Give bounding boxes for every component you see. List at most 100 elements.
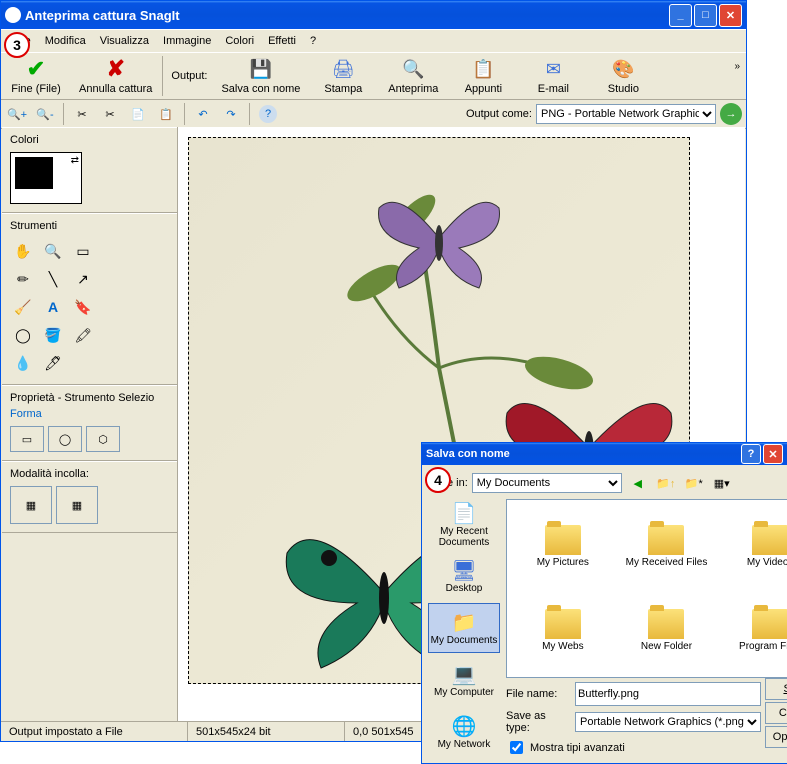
paste-mode-title: Modalità incolla: [6,466,173,482]
shape-rect[interactable]: ▭ [10,426,44,452]
savein-combo[interactable]: My Documents [472,473,622,493]
copy-button[interactable]: 📄 [126,102,150,126]
cancel-label: Annulla cattura [79,83,152,95]
close-button[interactable]: ✕ [719,4,742,27]
highlight-tool[interactable]: 🖍 [70,322,96,348]
copy-icon: 📄 [131,108,145,121]
advanced-checkbox[interactable] [510,741,523,754]
line-tool[interactable]: ╲ [40,266,66,292]
save-titlebar: Salva con nome ? ✕ [422,443,787,465]
undo-icon: ↶ [198,108,207,121]
zoom-out-button[interactable]: 🔍- [33,102,57,126]
folder-pictures[interactable]: My Pictures [513,506,613,587]
type-combo[interactable]: Portable Network Graphics (*.png) [575,712,761,732]
place-recent[interactable]: 📄My Recent Documents [428,499,500,549]
zoom-tool[interactable]: 🔍 [40,238,66,264]
place-mycomp[interactable]: 💻My Computer [428,655,500,705]
shape-ellipse[interactable]: ◯ [48,426,82,452]
paste-mode-2[interactable]: ▦ [56,486,98,524]
menu-colori[interactable]: Colori [219,33,260,49]
undo-button[interactable]: ↶ [191,102,215,126]
colors-title: Colori [6,132,173,148]
save-as-button[interactable]: 💾Salva con nome [213,55,308,97]
color-swatch[interactable]: ⇄ [10,152,82,204]
finish-label: Fine (File) [11,83,61,95]
help-button[interactable]: ? [256,102,280,126]
paste-button[interactable]: 📋 [154,102,178,126]
menu-modifica[interactable]: Modifica [39,33,92,49]
menu-visualizza[interactable]: Visualizza [94,33,155,49]
eyedropper-tool[interactable]: 💧 [10,350,36,376]
folder-icon [648,609,684,639]
maximize-button[interactable]: □ [694,4,717,27]
swap-icon[interactable]: ⇄ [71,155,79,166]
zoom-in-button[interactable]: 🔍+ [5,102,29,126]
go-button[interactable]: → [720,103,742,125]
back-button[interactable]: ◀ [626,471,650,495]
folder-videos[interactable]: My Videos [720,506,787,587]
overflow-icon[interactable]: » [734,61,740,72]
folder-new[interactable]: New Folder [617,591,717,672]
place-mydocs[interactable]: 📁My Documents [428,603,500,653]
cancel-capture-button[interactable]: ✘ Annulla cattura [71,55,160,97]
filename-label: File name: [506,688,571,700]
filename-input[interactable] [575,682,761,706]
properties-panel: Proprietà - Strumento Selezio Forma ▭ ◯ … [2,385,177,461]
cancel-button[interactable]: Cancel [765,702,787,724]
menu-help[interactable]: ? [304,33,322,49]
preview-button[interactable]: 🔍Anteprima [378,55,448,97]
views-button[interactable]: ▦▾ [710,471,734,495]
arrow-tool[interactable]: ↗ [70,266,96,292]
minimize-button[interactable]: _ [669,4,692,27]
crop-icon: ✂ [77,108,86,121]
folder-icon [648,525,684,555]
zoom-in-icon: 🔍+ [7,108,27,121]
shape-freehand[interactable]: ⬡ [86,426,120,452]
save-button[interactable]: Save [765,678,787,700]
save-close-button[interactable]: ✕ [763,444,783,464]
email-button[interactable]: ✉E-mail [518,55,588,97]
folder-icon [752,525,787,555]
text-tool[interactable]: A [40,294,66,320]
marker-tool[interactable]: 🖊 [40,350,66,376]
place-mynet[interactable]: 🌐My Network [428,707,500,757]
menu-effetti[interactable]: Effetti [262,33,302,49]
crop-button[interactable]: ✂ [70,102,94,126]
finish-button[interactable]: ✔ Fine (File) [1,55,71,97]
paste-mode-1[interactable]: ▦ [10,486,52,524]
studio-button[interactable]: 🎨Studio [588,55,658,97]
place-desktop[interactable]: 🖥Desktop [428,551,500,601]
redo-button[interactable]: ↷ [219,102,243,126]
clipboard-icon: 📋 [472,57,494,81]
folder-received[interactable]: My Received Files [617,506,717,587]
up-button[interactable]: 📁↑ [654,471,678,495]
folder-list[interactable]: My Pictures My Received Files My Videos … [506,499,787,678]
pencil-tool[interactable]: ✏ [10,266,36,292]
save-help-button[interactable]: ? [741,444,761,464]
print-button[interactable]: 🖨Stampa [308,55,378,97]
format-combo[interactable]: PNG - Portable Network Graphics [536,104,716,124]
printer-icon: 🖨 [332,57,355,81]
zoom-out-icon: 🔍- [36,108,53,121]
stamp-tool[interactable]: 🔖 [70,294,96,320]
mydocs-icon: 📁 [452,610,477,635]
hand-tool[interactable]: ✋ [10,238,36,264]
status-output: Output impostato a File [1,722,188,741]
newfolder-button[interactable]: 📁* [682,471,706,495]
clipboard-button[interactable]: 📋Appunti [448,55,518,97]
fill-tool[interactable]: 🪣 [40,322,66,348]
menu-immagine[interactable]: Immagine [157,33,217,49]
shape-tool[interactable]: ◯ [10,322,36,348]
eraser-tool[interactable]: 🧹 [10,294,36,320]
scissors-icon: ✂ [105,108,114,121]
folder-webs[interactable]: My Webs [513,591,613,672]
options-button[interactable]: Opzioni... [765,726,787,748]
email-icon: ✉ [546,57,561,81]
folder-program[interactable]: Program Files [720,591,787,672]
select-tool[interactable]: ▭ [70,238,96,264]
sidebar: Colori ⇄ Strumenti ✋ 🔍 ▭ ✏ ╲ ↗ 🧹 A 🔖 ◯ 🪣 [2,127,178,721]
butterfly-purple [369,178,509,298]
cut-button[interactable]: ✂ [98,102,122,126]
menubar: File Modifica Visualizza Immagine Colori… [1,29,746,52]
help-icon: ? [259,105,277,123]
